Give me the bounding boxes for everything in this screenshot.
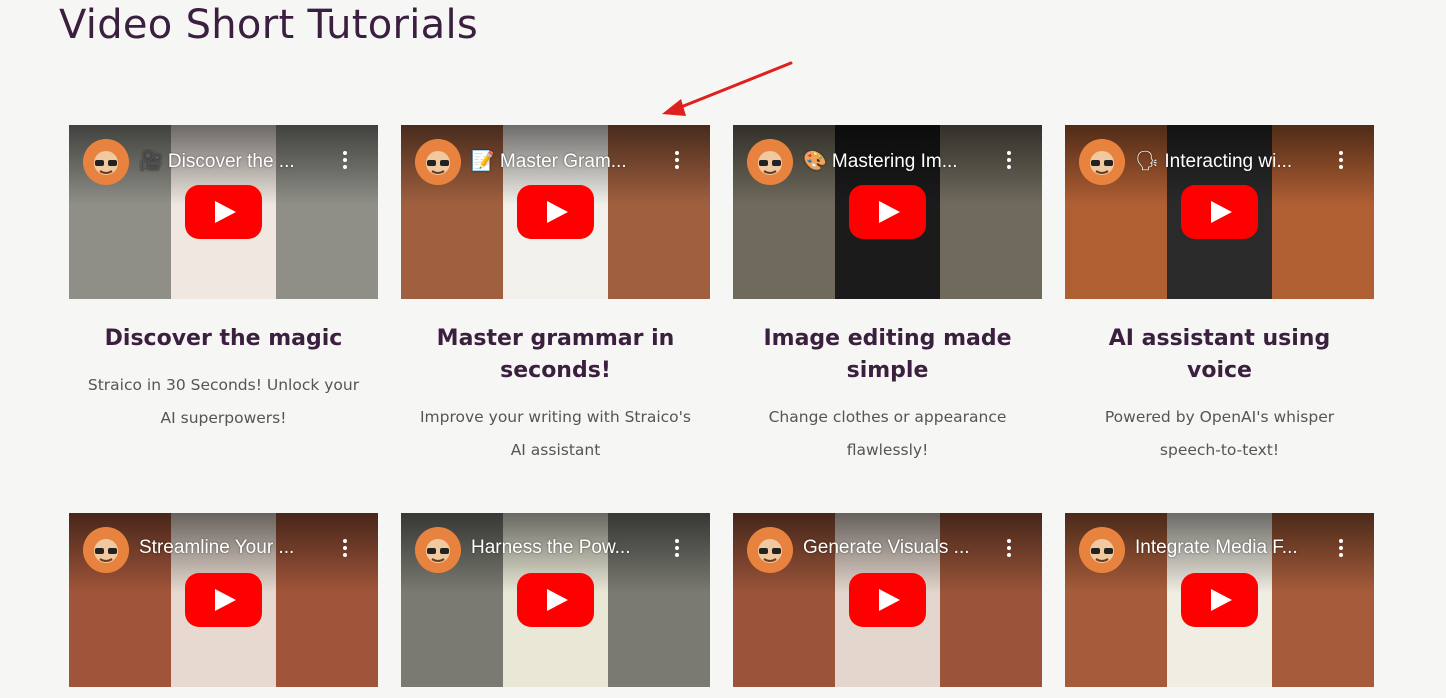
- youtube-play-icon[interactable]: [1181, 185, 1258, 239]
- video-title[interactable]: Integrate Media F...: [1135, 537, 1335, 559]
- avatar-icon[interactable]: [747, 527, 793, 573]
- youtube-play-icon[interactable]: [517, 185, 594, 239]
- more-vert-icon[interactable]: [674, 151, 680, 171]
- more-vert-icon[interactable]: [342, 151, 348, 171]
- more-vert-icon[interactable]: [1338, 539, 1344, 559]
- avatar-icon[interactable]: [415, 527, 461, 573]
- youtube-play-icon[interactable]: [849, 573, 926, 627]
- video-title[interactable]: 🗣 Interacting wi...: [1135, 149, 1335, 173]
- tutorial-card: Harness the Pow...: [401, 513, 710, 687]
- card-description: Change clothes or appearance flawlessly!: [768, 408, 1007, 459]
- tutorial-card: Generate Visuals ...: [733, 513, 1042, 687]
- youtube-play-icon[interactable]: [517, 573, 594, 627]
- tutorial-card: 🎨 Mastering Im... Image editing made sim…: [733, 125, 1042, 467]
- video-embed[interactable]: Integrate Media F...: [1065, 513, 1374, 687]
- more-vert-icon[interactable]: [1338, 151, 1344, 171]
- video-embed[interactable]: 🎨 Mastering Im...: [733, 125, 1042, 299]
- tutorial-card: 🎥 Discover the ... Discover the magic St…: [69, 125, 378, 435]
- video-title[interactable]: 📝 Master Gram...: [471, 149, 671, 173]
- more-vert-icon[interactable]: [342, 539, 348, 559]
- video-title[interactable]: Harness the Pow...: [471, 537, 671, 559]
- tutorial-card: 🗣 Interacting wi... AI assistant using v…: [1065, 125, 1374, 467]
- tutorial-card: 📝 Master Gram... Master grammar in secon…: [401, 125, 710, 467]
- video-embed[interactable]: 🗣 Interacting wi...: [1065, 125, 1374, 299]
- video-embed[interactable]: 📝 Master Gram...: [401, 125, 710, 299]
- video-title[interactable]: 🎨 Mastering Im...: [803, 149, 1003, 173]
- card-title: Image editing made simple: [763, 326, 1012, 383]
- youtube-play-icon[interactable]: [849, 185, 926, 239]
- avatar-icon[interactable]: [1079, 139, 1125, 185]
- tutorial-card: Integrate Media F...: [1065, 513, 1374, 687]
- more-vert-icon[interactable]: [1006, 539, 1012, 559]
- video-embed[interactable]: 🎥 Discover the ...: [69, 125, 378, 299]
- tutorial-card: Streamline Your ...: [69, 513, 378, 687]
- card-description: Powered by OpenAI's whisper speech-to-te…: [1104, 408, 1335, 459]
- youtube-play-icon[interactable]: [185, 573, 262, 627]
- avatar-icon[interactable]: [83, 139, 129, 185]
- avatar-icon[interactable]: [1079, 527, 1125, 573]
- video-title[interactable]: Generate Visuals ...: [803, 537, 1003, 559]
- more-vert-icon[interactable]: [1006, 151, 1012, 171]
- youtube-play-icon[interactable]: [1181, 573, 1258, 627]
- avatar-icon[interactable]: [747, 139, 793, 185]
- more-vert-icon[interactable]: [674, 539, 680, 559]
- avatar-icon[interactable]: [83, 527, 129, 573]
- card-title: Discover the magic: [104, 326, 343, 351]
- youtube-play-icon[interactable]: [185, 185, 262, 239]
- card-description: Improve your writing with Straico's AI a…: [419, 408, 691, 459]
- page-title: Video Short Tutorials: [59, 2, 479, 48]
- video-embed[interactable]: Harness the Pow...: [401, 513, 710, 687]
- card-title: Master grammar in seconds!: [436, 326, 675, 383]
- video-embed[interactable]: Generate Visuals ...: [733, 513, 1042, 687]
- avatar-icon[interactable]: [415, 139, 461, 185]
- card-title: AI assistant using voice: [1108, 326, 1331, 383]
- video-title[interactable]: Streamline Your ...: [139, 537, 339, 559]
- video-title[interactable]: 🎥 Discover the ...: [139, 149, 339, 173]
- video-embed[interactable]: Streamline Your ...: [69, 513, 378, 687]
- card-description: Straico in 30 Seconds! Unlock your AI su…: [87, 376, 360, 427]
